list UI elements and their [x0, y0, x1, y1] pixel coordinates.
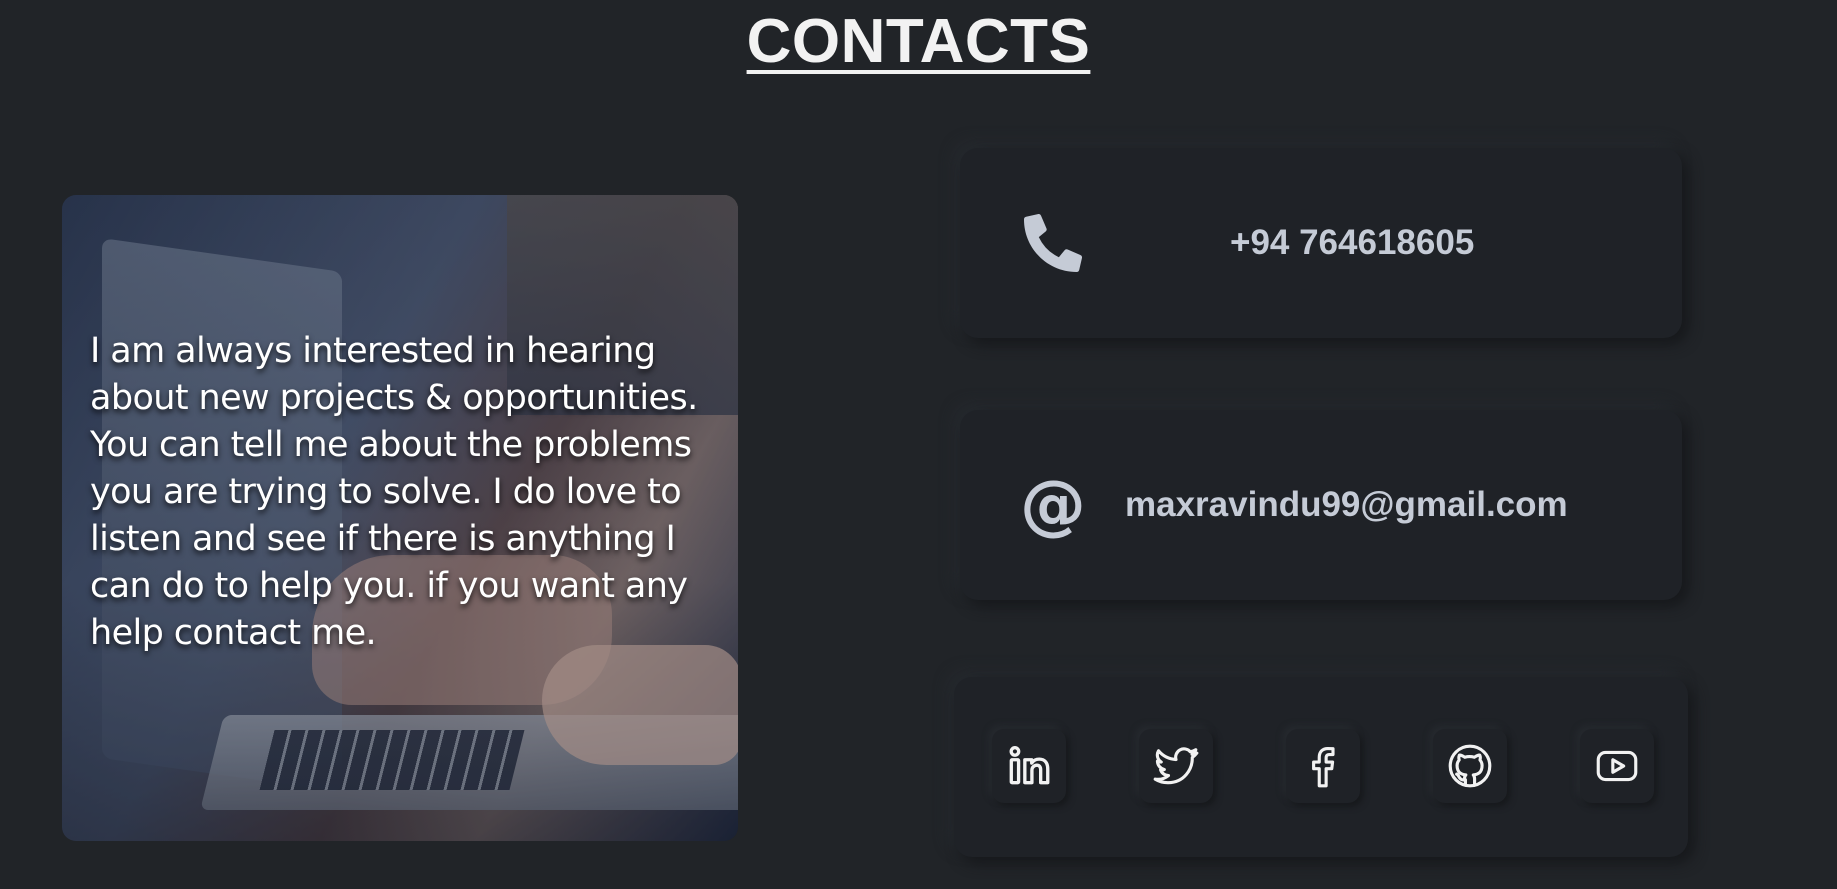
- social-links-card: [954, 677, 1688, 857]
- at-icon: @: [1020, 466, 1086, 543]
- contacts-section: CONTACTS I am always interested in heari…: [0, 0, 1837, 889]
- facebook-button[interactable]: [1286, 729, 1360, 803]
- section-title-text: CONTACTS: [746, 7, 1091, 76]
- linkedin-icon: [1009, 746, 1050, 785]
- github-button[interactable]: [1433, 729, 1507, 803]
- facebook-icon: [1312, 746, 1335, 788]
- twitter-icon: [1153, 747, 1199, 785]
- youtube-icon: [1596, 750, 1638, 782]
- email-card[interactable]: @ maxravindu99@gmail.com: [960, 410, 1682, 600]
- phone-icon: [1018, 208, 1088, 278]
- section-title: CONTACTS: [0, 6, 1837, 77]
- about-message: I am always interested in hearing about …: [90, 331, 698, 653]
- twitter-button[interactable]: [1139, 729, 1213, 803]
- email-address[interactable]: maxravindu99@gmail.com: [1125, 485, 1568, 525]
- github-icon: [1448, 744, 1492, 788]
- about-photo-card: I am always interested in hearing about …: [62, 195, 738, 841]
- phone-card[interactable]: +94 764618605: [960, 148, 1682, 338]
- linkedin-button[interactable]: [992, 729, 1066, 803]
- phone-number[interactable]: +94 764618605: [1230, 223, 1474, 263]
- youtube-button[interactable]: [1580, 729, 1654, 803]
